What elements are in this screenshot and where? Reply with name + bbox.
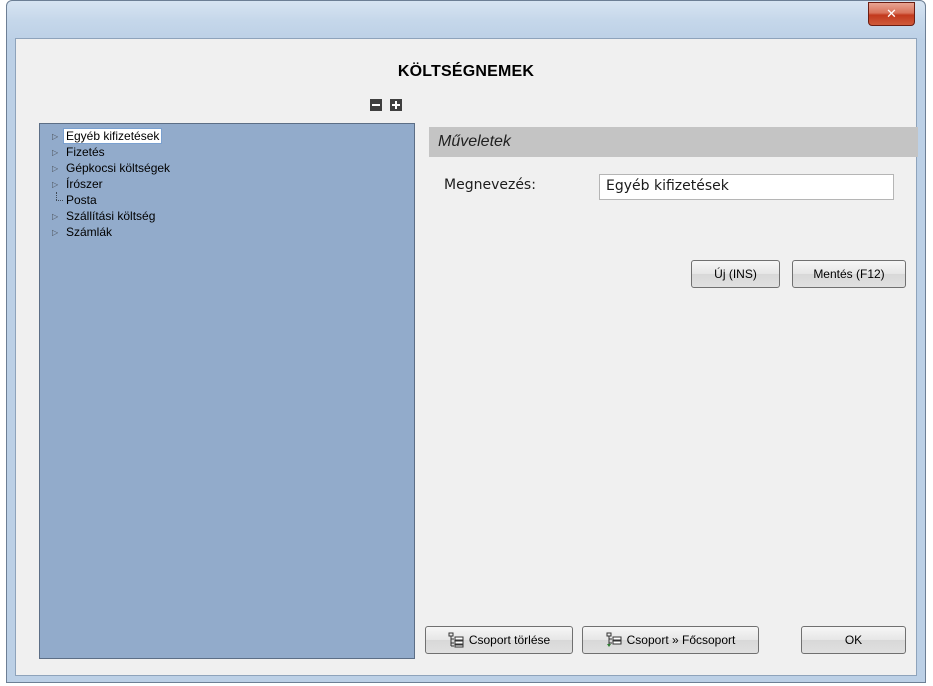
tree-item-iroszer[interactable]: ▷ Írószer bbox=[40, 176, 414, 192]
name-label: Megnevezés: bbox=[444, 177, 536, 193]
delete-group-button[interactable]: Csoport törlése bbox=[425, 626, 573, 654]
tree-item-szallitasi-koltseg[interactable]: ▷ Szállítási költség bbox=[40, 208, 414, 224]
delete-group-label: Csoport törlése bbox=[468, 633, 551, 647]
tree-item-label: Szállítási költség bbox=[66, 209, 156, 223]
triangle-right-icon[interactable]: ▷ bbox=[52, 228, 66, 237]
tree-item-label: Írószer bbox=[66, 177, 103, 191]
ok-button[interactable]: OK bbox=[801, 626, 906, 654]
tree-toolbar bbox=[370, 99, 402, 111]
close-button[interactable]: ✕ bbox=[868, 2, 915, 26]
triangle-right-icon[interactable]: ▷ bbox=[52, 164, 66, 173]
save-button-label: Mentés (F12) bbox=[813, 267, 885, 281]
tree-item-gepkocsi-koltsegek[interactable]: ▷ Gépkocsi költségek bbox=[40, 160, 414, 176]
category-tree[interactable]: ▷ Egyéb kifizetések ▷ Fizetés ▷ Gépkocsi… bbox=[39, 123, 415, 659]
close-icon: ✕ bbox=[886, 6, 897, 22]
title-bar[interactable]: ✕ bbox=[7, 1, 925, 39]
dialog-body: KÖLTSÉGNEMEK ▷ Egyéb kifizetések ▷ Fizet… bbox=[15, 38, 918, 676]
name-input[interactable]: Egyéb kifizetések bbox=[599, 174, 894, 200]
tree-leaf-connector bbox=[52, 192, 66, 208]
to-main-group-button[interactable]: Csoport » Főcsoport bbox=[582, 626, 759, 654]
triangle-right-icon[interactable]: ▷ bbox=[52, 212, 66, 221]
tree-item-label: Fizetés bbox=[66, 145, 105, 159]
tree-delete-icon bbox=[448, 632, 464, 648]
tree-item-label: Számlák bbox=[66, 225, 113, 239]
save-button[interactable]: Mentés (F12) bbox=[792, 260, 906, 288]
tree-item-posta[interactable]: Posta bbox=[40, 192, 414, 208]
app-window: ✕ KÖLTSÉGNEMEK ▷ Egyéb kifizetések ▷ Fiz… bbox=[6, 0, 926, 683]
triangle-right-icon[interactable]: ▷ bbox=[52, 180, 66, 189]
page-title: KÖLTSÉGNEMEK bbox=[397, 63, 535, 80]
operations-header: Műveletek bbox=[429, 127, 918, 157]
tree-item-label: Egyéb kifizetések bbox=[63, 128, 163, 144]
plus-icon[interactable] bbox=[390, 99, 402, 111]
tree-item-egyeb-kifizetesek[interactable]: ▷ Egyéb kifizetések bbox=[40, 128, 414, 144]
ok-button-label: OK bbox=[844, 633, 863, 647]
tree-up-icon bbox=[606, 632, 622, 648]
minus-icon[interactable] bbox=[370, 99, 382, 111]
tree-item-label: Posta bbox=[66, 193, 97, 207]
tree-item-fizetes[interactable]: ▷ Fizetés bbox=[40, 144, 414, 160]
new-button[interactable]: Új (INS) bbox=[691, 260, 780, 288]
tree-item-label: Gépkocsi költségek bbox=[66, 161, 171, 175]
to-main-group-label: Csoport » Főcsoport bbox=[626, 633, 736, 647]
new-button-label: Új (INS) bbox=[714, 267, 757, 281]
triangle-right-icon[interactable]: ▷ bbox=[52, 148, 66, 157]
tree-item-szamlak[interactable]: ▷ Számlák bbox=[40, 224, 414, 240]
